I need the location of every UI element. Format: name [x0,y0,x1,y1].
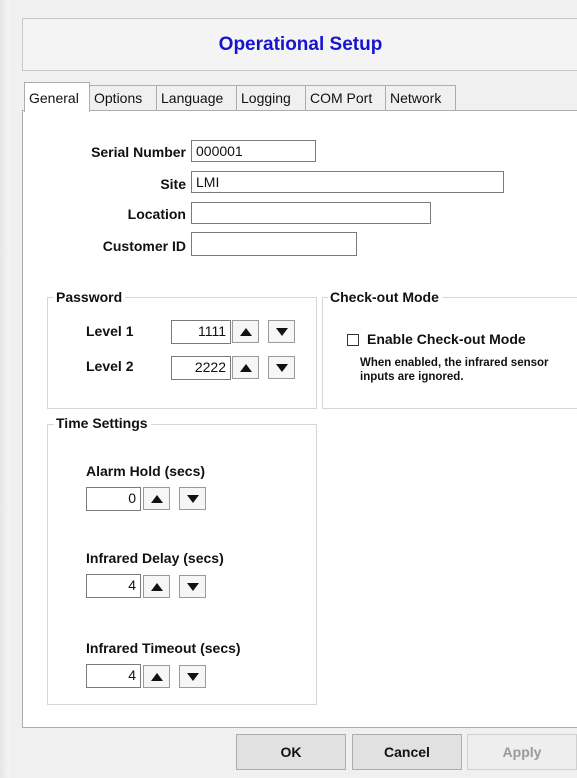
location-input[interactable] [191,202,431,224]
enable-checkout-checkbox[interactable] [347,334,359,346]
level2-down-button[interactable] [268,356,295,379]
dialog-title: Operational Setup [218,34,383,55]
tab-general[interactable]: General [24,82,90,112]
arrow-down-icon [275,363,288,372]
level2-up-button[interactable] [232,356,259,379]
title-bar: Operational Setup [22,18,577,71]
arrow-up-icon [239,327,252,336]
arrow-down-icon [186,672,199,681]
tab-language[interactable]: Language [156,85,237,110]
alarm-hold-input[interactable]: 0 [86,487,141,511]
checkout-note-line1: When enabled, the infrared sensor [360,357,549,369]
enable-checkout-label[interactable]: Enable Check-out Mode [367,331,526,347]
window-shadow [0,0,10,778]
infrared-timeout-up-button[interactable] [143,665,170,688]
alarm-hold-down-button[interactable] [179,487,206,510]
level1-label: Level 1 [86,323,134,339]
time-settings-title: Time Settings [54,415,151,431]
customer-id-input[interactable] [191,232,357,256]
level1-down-button[interactable] [268,320,295,343]
checkout-mode-title: Check-out Mode [328,289,442,305]
password-group [47,297,317,409]
arrow-up-icon [150,494,163,503]
infrared-timeout-down-button[interactable] [179,665,206,688]
site-label: Site [160,176,186,192]
tab-com-port[interactable]: COM Port [305,85,386,110]
arrow-up-icon [239,363,252,372]
level1-up-button[interactable] [232,320,259,343]
ok-button[interactable]: OK [236,734,346,770]
infrared-timeout-input[interactable]: 4 [86,664,141,688]
checkout-mode-group [322,297,577,409]
password-group-title: Password [54,289,126,305]
serial-number-label: Serial Number [91,144,186,160]
tab-options[interactable]: Options [89,85,157,110]
customer-id-label: Customer ID [102,238,186,254]
infrared-delay-input[interactable]: 4 [86,574,141,598]
level2-input[interactable]: 2222 [171,356,231,380]
infrared-delay-label: Infrared Delay (secs) [86,550,224,566]
site-input[interactable]: LMI [191,171,504,193]
level2-label: Level 2 [86,358,134,374]
arrow-up-icon [150,672,163,681]
level1-input[interactable]: 1111 [171,320,231,344]
checkout-note-line2: inputs are ignored. [360,371,464,383]
apply-button[interactable]: Apply [467,734,577,770]
serial-number-input[interactable]: 000001 [191,140,316,162]
alarm-hold-up-button[interactable] [143,487,170,510]
cancel-button[interactable]: Cancel [352,734,462,770]
infrared-timeout-label: Infrared Timeout (secs) [86,640,241,656]
arrow-down-icon [275,327,288,336]
arrow-up-icon [150,582,163,591]
infrared-delay-up-button[interactable] [143,575,170,598]
arrow-down-icon [186,494,199,503]
tab-network[interactable]: Network [385,85,456,110]
location-label: Location [127,206,186,222]
tab-logging[interactable]: Logging [236,85,306,110]
infrared-delay-down-button[interactable] [179,575,206,598]
alarm-hold-label: Alarm Hold (secs) [86,463,206,479]
arrow-down-icon [186,582,199,591]
